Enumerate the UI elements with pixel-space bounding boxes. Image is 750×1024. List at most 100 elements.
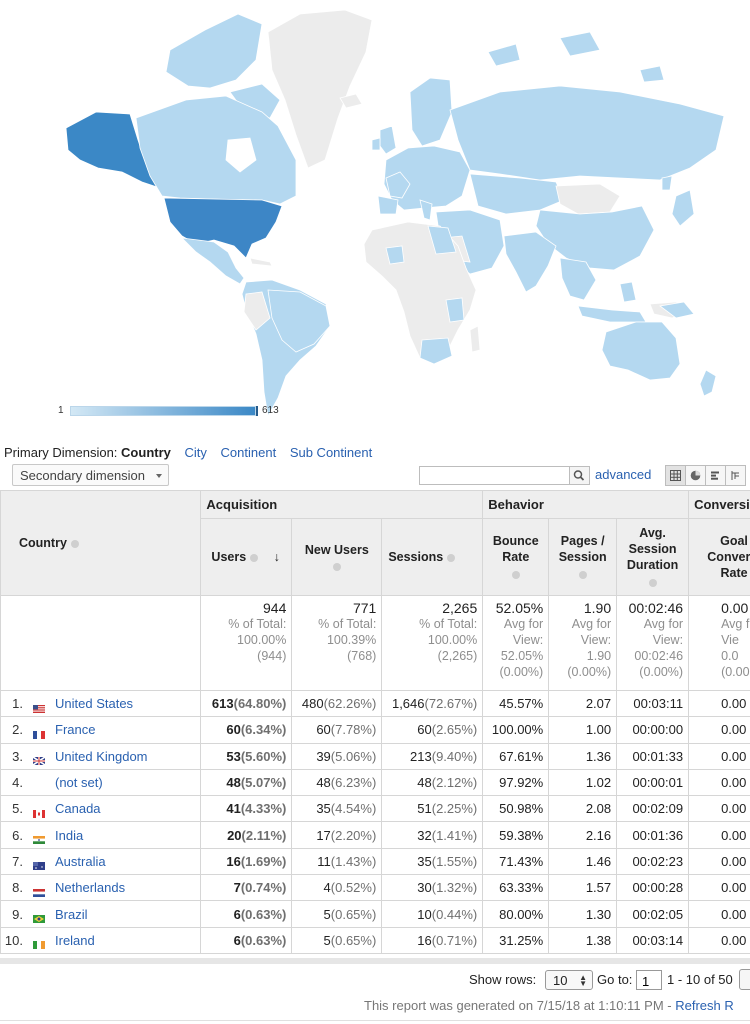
users-cell: 60(6.34%) [200, 716, 293, 744]
totals-new-users-l2: 100.39% [326, 633, 377, 647]
pages-header-line2: Session [558, 550, 607, 564]
sort-arrow-down-icon[interactable]: ↓ [274, 550, 280, 564]
country-column-header[interactable]: Country [0, 490, 202, 596]
refresh-report-link[interactable]: Refresh R [675, 998, 734, 1013]
acquisition-group-header: Acquisition [200, 490, 484, 519]
sessions-cell: 16(0.71%) [381, 926, 484, 954]
sessions-column-header[interactable]: Sessions [381, 518, 484, 596]
country-link[interactable]: Canada [55, 801, 101, 816]
next-page-button[interactable] [739, 969, 750, 990]
users-value: 6 [233, 932, 241, 948]
pages-cell: 1.00 [548, 716, 618, 744]
dimension-option-continent[interactable]: Continent [221, 445, 277, 460]
table-view-button[interactable] [665, 465, 686, 486]
totals-sessions: 2,265 % of Total: 100.00% (2,265) [381, 595, 484, 691]
country-link[interactable]: France [55, 722, 95, 737]
new-users-value: 48 [316, 775, 331, 791]
region-india [503, 231, 557, 293]
totals-duration-l4: (0.00%) [639, 665, 684, 679]
help-icon[interactable] [578, 570, 587, 579]
help-icon[interactable] [250, 553, 259, 562]
goal-cell: 0.00 [688, 795, 750, 823]
report-generated-note: This report was generated on 7/15/18 at … [364, 998, 734, 1013]
show-rows-select[interactable]: 10 ▲ ▼ [545, 970, 593, 990]
duration-cell: 00:03:14 [616, 926, 690, 954]
explorer-table: Country Acquisition Behavior Conversi Us… [0, 490, 750, 954]
avg-duration-column-header[interactable]: Avg. Session Duration [616, 518, 690, 596]
pie-view-button[interactable] [685, 465, 706, 486]
goal-cell: 0.00 [688, 847, 750, 876]
row-rank: 1. [12, 696, 23, 712]
region-central-asia [469, 173, 565, 215]
new-users-value: 4 [323, 880, 331, 896]
bounce-cell: 45.57% [482, 689, 550, 718]
pages-cell: 1.36 [548, 742, 618, 770]
row-rank: 2. [12, 722, 23, 738]
world-map[interactable] [0, 0, 750, 440]
totals-pages-l2: View: [580, 633, 612, 647]
users-cell: 48(5.07%) [200, 768, 293, 797]
help-icon[interactable] [332, 562, 341, 571]
country-link[interactable]: Ireland [55, 933, 95, 948]
bounce-rate-column-header[interactable]: Bounce Rate [482, 518, 550, 596]
dimension-option-city[interactable]: City [185, 445, 207, 460]
totals-bounce: 52.05% Avg for View: 52.05% (0.00%) [482, 595, 550, 691]
help-icon[interactable] [648, 578, 657, 587]
country-link[interactable]: (not set) [55, 775, 103, 790]
totals-users-l2: 100.00% [237, 633, 287, 647]
region-ireland [371, 137, 381, 151]
totals-bounce-l1: Avg for [503, 617, 544, 631]
totals-duration: 00:02:46 Avg for View: 00:02:46 (0.00%) [616, 595, 690, 691]
totals-goal-l1: Avg f [721, 617, 750, 631]
bar-view-button[interactable] [705, 465, 726, 486]
bounce-cell: 80.00% [482, 900, 550, 928]
goto-page-input[interactable] [636, 970, 662, 990]
duration-header-line2: Session [628, 542, 677, 556]
dimension-option-sub-continent[interactable]: Sub Continent [290, 445, 372, 460]
pages-cell: 1.38 [548, 926, 618, 954]
pages-session-column-header[interactable]: Pages / Session [548, 518, 618, 596]
totals-pages: 1.90 Avg for View: 1.90 (0.00%) [548, 595, 618, 691]
users-cell: 613(64.80%) [200, 689, 293, 718]
country-link[interactable]: Australia [55, 854, 106, 869]
goal-rate-column-header[interactable]: Goal Conversi Rate [688, 518, 750, 596]
country-cell: 2. France [0, 716, 202, 744]
users-pct: (2.11%) [241, 827, 287, 843]
country-link[interactable]: United Kingdom [55, 749, 148, 764]
goal-cell: 0.00 [688, 716, 750, 744]
sessions-value: 60 [417, 722, 432, 738]
bounce-header-line1: Bounce [492, 534, 539, 548]
table-search-input[interactable] [419, 466, 569, 485]
help-icon[interactable] [447, 553, 456, 562]
goal-cell: 0.00 [688, 926, 750, 954]
legend-marker [256, 406, 258, 416]
sessions-cell: 60(2.65%) [381, 716, 484, 744]
users-value: 41 [226, 801, 241, 817]
new-users-cell: 60(7.78%) [291, 716, 383, 744]
country-link[interactable]: Netherlands [55, 880, 125, 895]
help-icon[interactable] [70, 539, 79, 548]
advanced-filter-link[interactable]: advanced [595, 467, 651, 482]
goal-cell: 0.00 [688, 900, 750, 928]
totals-users: 944 % of Total: 100.00% (944) [200, 595, 293, 691]
search-button[interactable] [569, 466, 590, 485]
sessions-pct: (0.44%) [431, 906, 478, 922]
users-column-header[interactable]: Users ↓ [200, 518, 293, 596]
totals-duration-value: 00:02:46 [628, 600, 684, 616]
totals-sessions-l3: (2,265) [437, 649, 478, 663]
bounce-header-line2: Rate [502, 550, 530, 564]
country-link[interactable]: India [55, 828, 83, 843]
new-users-cell: 17(2.20%) [291, 821, 383, 849]
country-link[interactable]: United States [55, 696, 133, 711]
new-users-column-header[interactable]: New Users [291, 518, 383, 596]
duration-cell: 00:02:23 [616, 847, 690, 876]
flag-br-icon [33, 911, 45, 924]
secondary-dimension-dropdown[interactable]: Secondary dimension [12, 464, 169, 486]
country-cell: 1. United States [0, 689, 202, 718]
users-pct: (0.63%) [240, 932, 287, 948]
pages-header-line1: Pages / [560, 534, 605, 548]
pages-cell: 2.08 [548, 795, 618, 823]
pivot-view-button[interactable] [725, 465, 746, 486]
help-icon[interactable] [511, 570, 520, 579]
country-link[interactable]: Brazil [55, 907, 88, 922]
